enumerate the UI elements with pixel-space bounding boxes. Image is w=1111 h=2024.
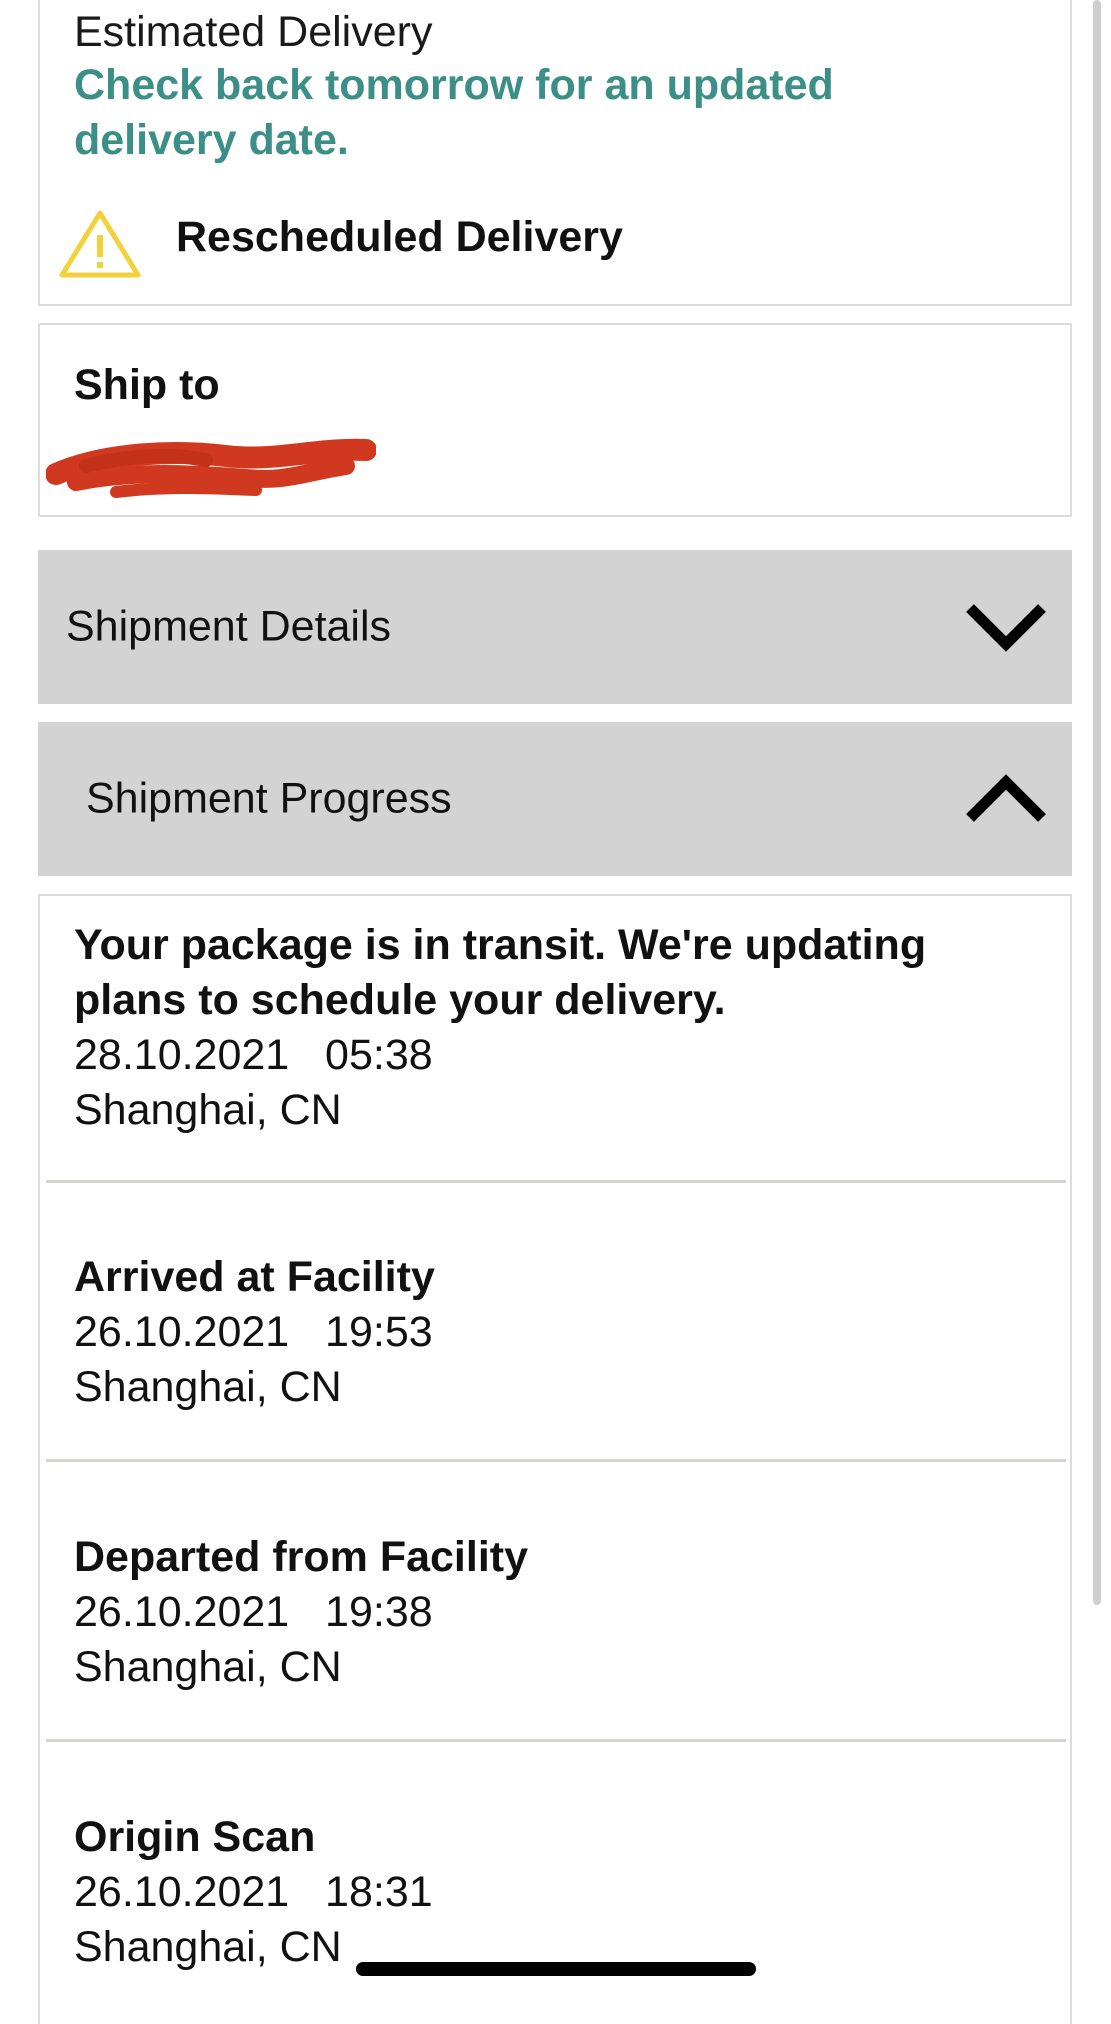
event-datetime: 26.10.2021 19:38	[74, 1588, 433, 1636]
scrollbar[interactable]	[1093, 0, 1101, 1605]
chevron-up-icon[interactable]	[964, 772, 1048, 826]
event-datetime: 26.10.2021 19:53	[74, 1308, 433, 1356]
estimated-delivery-label: Estimated Delivery	[74, 8, 433, 56]
estimated-delivery-value: Check back tomorrow for an updated deliv…	[74, 61, 834, 164]
event-location: Shanghai, CN	[74, 1086, 342, 1134]
event-title: Origin Scan	[74, 1813, 316, 1861]
divider	[46, 1459, 1066, 1462]
chevron-down-icon[interactable]	[964, 600, 1048, 654]
estimated-delivery-card: Estimated Delivery Check back tomorrow f…	[38, 0, 1072, 306]
shipment-progress-list: Your package is in transit. We're updati…	[38, 894, 1072, 2024]
event-title: Arrived at Facility	[74, 1253, 435, 1301]
ship-to-label: Ship to	[74, 361, 220, 409]
warning-icon	[59, 210, 141, 278]
divider	[46, 1739, 1066, 1742]
event-datetime: 26.10.2021 18:31	[74, 1868, 433, 1916]
event-title: Your package is in transit. We're updati…	[74, 921, 927, 1024]
ship-to-card: Ship to	[38, 323, 1072, 517]
event-location: Shanghai, CN	[74, 1363, 342, 1411]
shipment-details-accordion[interactable]: Shipment Details	[38, 550, 1072, 704]
home-indicator[interactable]	[356, 1962, 756, 1976]
shipment-details-label: Shipment Details	[66, 602, 392, 651]
progress-event: Departed from Facility 26.10.2021 19:38 …	[74, 1530, 1034, 1695]
shipment-progress-label: Shipment Progress	[86, 774, 452, 823]
event-datetime: 28.10.2021 05:38	[74, 1031, 433, 1079]
progress-event: Origin Scan 26.10.2021 18:31 Shanghai, C…	[74, 1810, 1034, 1975]
event-location: Shanghai, CN	[74, 1643, 342, 1691]
divider	[46, 1180, 1066, 1183]
shipment-progress-accordion[interactable]: Shipment Progress	[38, 722, 1072, 876]
event-title: Departed from Facility	[74, 1533, 528, 1581]
progress-event: Your package is in transit. We're updati…	[74, 918, 1034, 1138]
rescheduled-delivery-status: Rescheduled Delivery	[176, 213, 623, 261]
progress-event: Arrived at Facility 26.10.2021 19:53 Sha…	[74, 1250, 1034, 1415]
redacted-address-scribble	[46, 438, 376, 498]
